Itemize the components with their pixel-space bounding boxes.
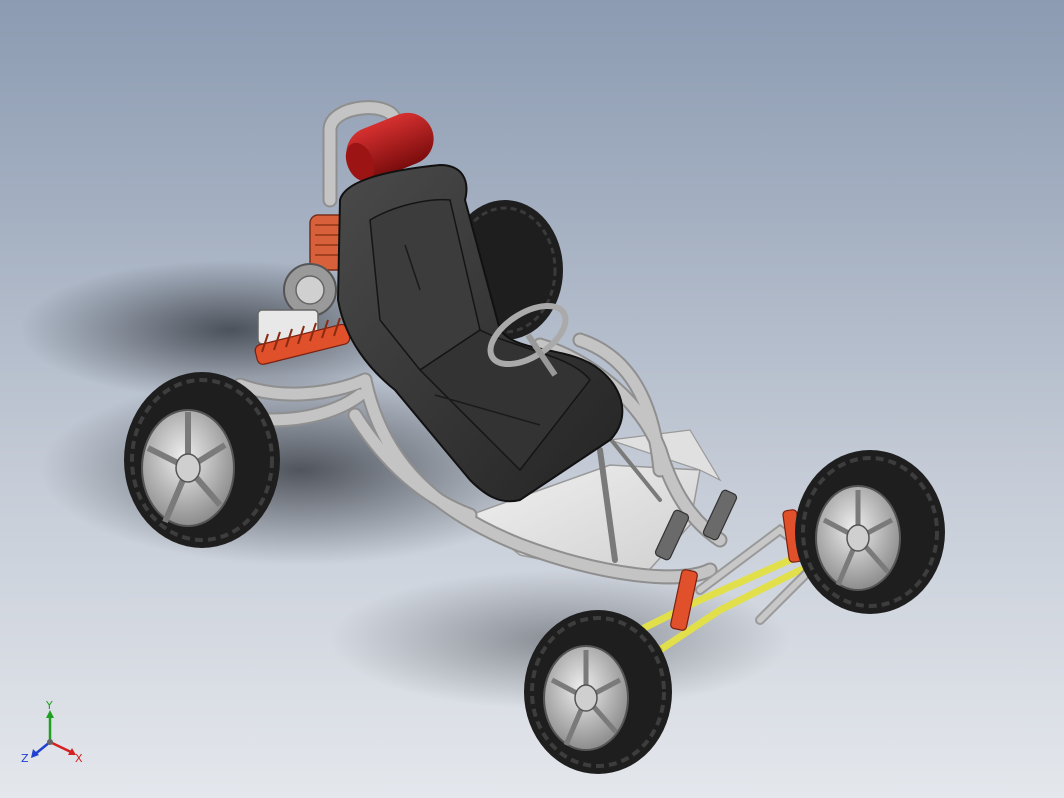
triad-z-label: Z: [21, 752, 29, 765]
triad-y-label: Y: [45, 700, 53, 712]
orientation-triad[interactable]: Y X Z: [18, 700, 88, 770]
cad-viewport[interactable]: Y X Z: [0, 0, 1064, 798]
go-kart-model[interactable]: [0, 0, 1064, 798]
triad-x-label: X: [75, 752, 83, 765]
front-right-wheel: [795, 450, 945, 614]
rear-left-wheel: [124, 372, 280, 548]
front-left-wheel: [524, 610, 672, 774]
triad-axes: [31, 710, 76, 758]
